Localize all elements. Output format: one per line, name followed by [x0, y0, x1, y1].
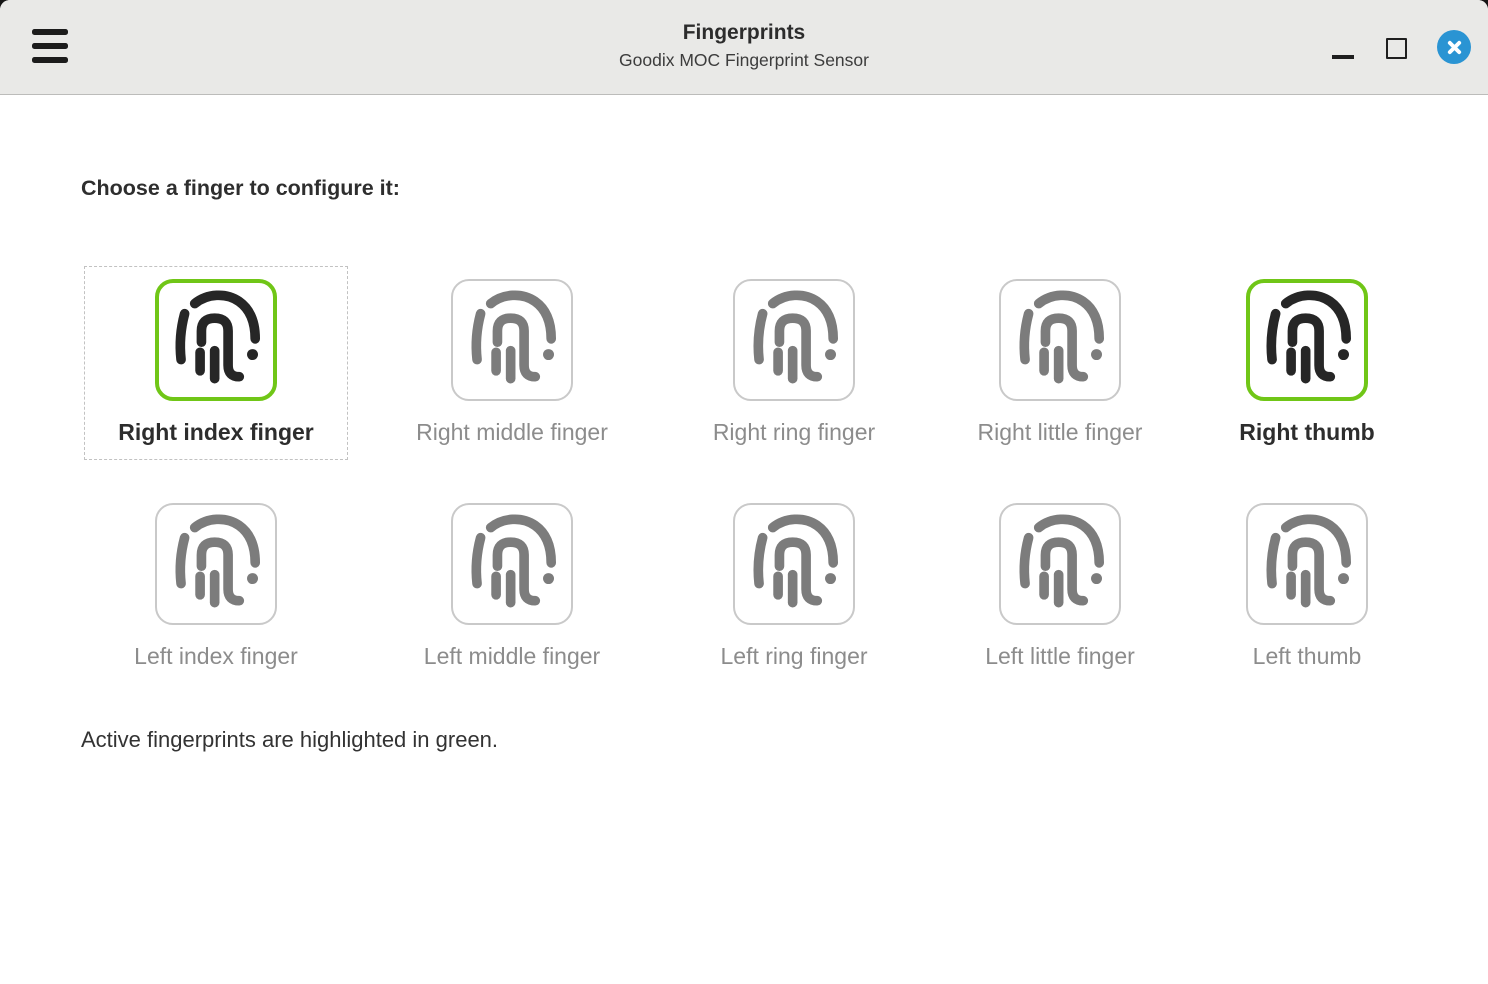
- fingerprint-tile: [451, 503, 573, 625]
- fingerprint-icon: [1251, 284, 1363, 396]
- fingerprint-tile: [451, 279, 573, 401]
- fingerprint-icon: [160, 284, 272, 396]
- finger-label: Left thumb: [1253, 641, 1362, 671]
- finger-label: Right little finger: [978, 417, 1143, 447]
- finger-button-left-index[interactable]: Left index finger: [84, 490, 348, 684]
- finger-button-right-thumb[interactable]: Right thumb: [1175, 266, 1439, 460]
- fingerprint-tile: [999, 503, 1121, 625]
- finger-button-right-middle[interactable]: Right middle finger: [380, 266, 644, 460]
- finger-label: Right ring finger: [713, 417, 875, 447]
- titlebar: Fingerprints Goodix MOC Fingerprint Sens…: [0, 0, 1488, 95]
- finger-label: Right thumb: [1239, 417, 1374, 447]
- fingerprint-tile: [1246, 503, 1368, 625]
- finger-button-left-ring[interactable]: Left ring finger: [662, 490, 926, 684]
- active-fingerprints-note: Active fingerprints are highlighted in g…: [81, 725, 498, 755]
- fingerprint-tile: [733, 279, 855, 401]
- finger-button-right-ring[interactable]: Right ring finger: [662, 266, 926, 460]
- fingerprint-icon: [1004, 508, 1116, 620]
- finger-label: Left index finger: [134, 641, 298, 671]
- fingerprint-icon: [1251, 508, 1363, 620]
- maximize-button[interactable]: [1386, 38, 1407, 59]
- fingerprint-icon: [160, 508, 272, 620]
- title-block: Fingerprints Goodix MOC Fingerprint Sens…: [0, 20, 1488, 71]
- fingerprint-tile: [1246, 279, 1368, 401]
- finger-label: Right index finger: [118, 417, 314, 447]
- finger-button-left-thumb[interactable]: Left thumb: [1175, 490, 1439, 684]
- main-content: Choose a finger to configure it: Right i…: [0, 95, 1488, 983]
- finger-label: Left little finger: [985, 641, 1135, 671]
- fingerprint-icon: [456, 284, 568, 396]
- minimize-button[interactable]: [1332, 55, 1354, 59]
- close-icon: [1446, 39, 1463, 56]
- fingerprint-tile: [999, 279, 1121, 401]
- finger-button-right-index[interactable]: Right index finger: [84, 266, 348, 460]
- close-button[interactable]: [1437, 30, 1471, 64]
- window-subtitle: Goodix MOC Fingerprint Sensor: [0, 50, 1488, 71]
- finger-label: Left middle finger: [424, 641, 600, 671]
- page-heading: Choose a finger to configure it:: [81, 173, 400, 203]
- fingerprint-icon: [738, 284, 850, 396]
- finger-label: Left ring finger: [720, 641, 867, 671]
- finger-button-right-little[interactable]: Right little finger: [928, 266, 1192, 460]
- fingerprint-icon: [1004, 284, 1116, 396]
- fingerprint-tile: [155, 279, 277, 401]
- window-title: Fingerprints: [0, 20, 1488, 45]
- fingerprint-icon: [456, 508, 568, 620]
- fingerprint-icon: [738, 508, 850, 620]
- fingerprint-tile: [155, 503, 277, 625]
- fingerprint-tile: [733, 503, 855, 625]
- finger-button-left-middle[interactable]: Left middle finger: [380, 490, 644, 684]
- finger-label: Right middle finger: [416, 417, 608, 447]
- fingerprints-window: Fingerprints Goodix MOC Fingerprint Sens…: [0, 0, 1488, 984]
- finger-button-left-little[interactable]: Left little finger: [928, 490, 1192, 684]
